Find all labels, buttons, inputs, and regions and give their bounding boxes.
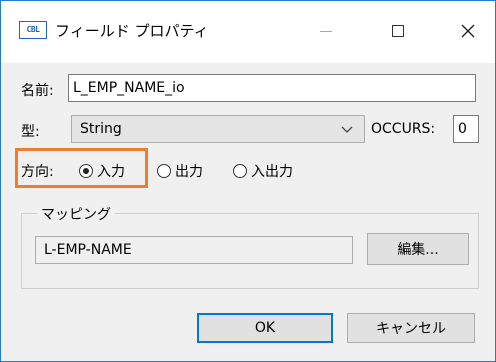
mapping-value-field[interactable]: L-EMP-NAME xyxy=(35,236,353,264)
radio-unselected-icon xyxy=(233,164,247,178)
cbl-app-icon: CBL xyxy=(19,21,47,39)
close-button[interactable] xyxy=(445,11,491,51)
title-bar: CBL フィールド プロパティ xyxy=(1,1,495,63)
direction-label: 方向: xyxy=(21,164,54,180)
occurs-input[interactable]: 0 xyxy=(453,115,479,143)
radio-output-label: 出力 xyxy=(175,164,203,180)
field-properties-dialog: CBL フィールド プロパティ 名前: L_EMP_NAME_io 型: Str… xyxy=(0,0,496,362)
radio-input[interactable]: 入力 xyxy=(79,161,125,181)
maximize-button[interactable] xyxy=(375,11,421,51)
type-select-value: String xyxy=(80,121,122,137)
radio-input-output[interactable]: 入出力 xyxy=(233,161,293,181)
name-input[interactable]: L_EMP_NAME_io xyxy=(68,74,476,102)
radio-input-output-label: 入出力 xyxy=(251,164,293,180)
chevron-down-icon xyxy=(341,126,353,133)
occurs-label: OCCURS: xyxy=(371,121,436,137)
name-label: 名前: xyxy=(21,83,54,99)
ok-button[interactable]: OK xyxy=(197,313,333,343)
window-title: フィールド プロパティ xyxy=(55,22,209,40)
type-label: 型: xyxy=(21,124,40,140)
cancel-button[interactable]: キャンセル xyxy=(347,313,475,343)
minimize-icon xyxy=(320,30,332,32)
radio-input-label: 入力 xyxy=(97,164,125,180)
maximize-icon xyxy=(392,25,404,37)
mapping-group-label: マッピング xyxy=(37,204,115,224)
minimize-button[interactable] xyxy=(303,11,349,51)
radio-unselected-icon xyxy=(157,164,171,178)
radio-output[interactable]: 出力 xyxy=(157,161,203,181)
edit-mapping-button[interactable]: 編集... xyxy=(367,233,469,265)
type-select[interactable]: String xyxy=(71,115,365,143)
radio-selected-icon xyxy=(79,164,93,178)
close-icon xyxy=(461,24,475,38)
